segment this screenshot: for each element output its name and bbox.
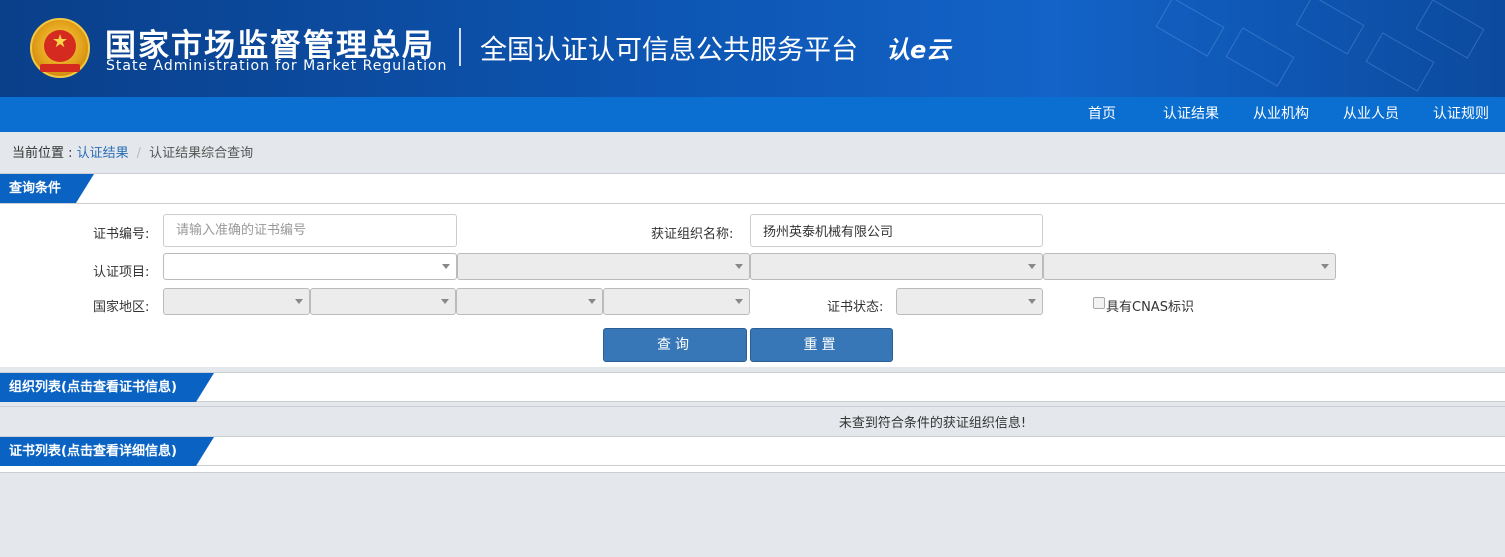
banner-decoration [1415, 0, 1485, 59]
chevron-down-icon [1321, 264, 1329, 269]
nav-item-cert-results[interactable]: 认证结果 [1163, 97, 1219, 132]
main-nav: 首页 认证结果 从业机构 从业人员 认证规则 [0, 97, 1505, 132]
chevron-down-icon [735, 299, 743, 304]
cert-list-body [0, 466, 1505, 473]
region-select-2[interactable] [310, 288, 456, 315]
chevron-down-icon [588, 299, 596, 304]
nav-item-rules[interactable]: 认证规则 [1433, 97, 1489, 132]
region-select-1[interactable] [163, 288, 310, 315]
header-divider [459, 28, 461, 66]
cert-list-title: 证书列表(点击查看详细信息) [9, 444, 177, 459]
breadcrumb-separator: / [136, 146, 142, 161]
region-select-4[interactable] [603, 288, 750, 315]
chevron-down-icon [1028, 264, 1036, 269]
region-label: 国家地区: [93, 300, 150, 315]
banner-decoration [1365, 32, 1435, 92]
cnas-checkbox[interactable] [1093, 297, 1105, 309]
chevron-down-icon [295, 299, 303, 304]
breadcrumb: 当前位置 : 认证结果 / 认证结果综合查询 [12, 142, 253, 161]
query-section: 查询条件 证书编号: 获证组织名称: 认证项目: 国家地区: 证书状态: 具有C… [0, 173, 1505, 367]
national-emblem-icon: ★ [30, 18, 90, 78]
org-list-empty-message: 未查到符合条件的获证组织信息! [838, 416, 1027, 431]
org-list-header: 组织列表(点击查看证书信息) [0, 372, 1505, 402]
cert-list-header: 证书列表(点击查看详细信息) [0, 436, 1505, 466]
status-select[interactable] [896, 288, 1043, 315]
nav-item-home[interactable]: 首页 [1088, 97, 1116, 132]
platform-logo: 认e云 [886, 36, 951, 64]
platform-title: 全国认证认可信息公共服务平台 [480, 35, 858, 66]
agency-title-en: State Administration for Market Regulati… [106, 58, 448, 74]
breadcrumb-prefix: 当前位置 : [12, 146, 77, 161]
org-list-tab: 组织列表(点击查看证书信息) [0, 373, 214, 402]
reset-button[interactable]: 重置 [750, 328, 893, 362]
chevron-down-icon [442, 264, 450, 269]
chevron-down-icon [1028, 299, 1036, 304]
banner-decoration [1295, 0, 1365, 55]
search-button[interactable]: 查询 [603, 328, 747, 362]
cert-no-input[interactable] [163, 214, 457, 247]
cert-list-tab: 证书列表(点击查看详细信息) [0, 437, 214, 466]
org-name-input[interactable] [750, 214, 1043, 247]
cnas-label: 具有CNAS标识 [1106, 300, 1194, 315]
banner-decoration [1155, 0, 1225, 57]
breadcrumb-link[interactable]: 认证结果 [77, 146, 129, 161]
banner-decoration [1225, 27, 1295, 87]
query-section-tab: 查询条件 [0, 174, 94, 203]
nav-item-institutions[interactable]: 从业机构 [1253, 97, 1309, 132]
org-list-title: 组织列表(点击查看证书信息) [9, 380, 177, 395]
header-banner: ★ 国家市场监督管理总局 State Administration for Ma… [0, 0, 1505, 97]
project-select-2[interactable] [457, 253, 750, 280]
project-select-3[interactable] [750, 253, 1043, 280]
query-section-header: 查询条件 [0, 174, 1505, 204]
query-section-title: 查询条件 [9, 181, 62, 196]
nav-item-personnel[interactable]: 从业人员 [1343, 97, 1399, 132]
chevron-down-icon [735, 264, 743, 269]
cert-no-label: 证书编号: [93, 227, 150, 242]
breadcrumb-current: 认证结果综合查询 [149, 146, 254, 161]
status-label: 证书状态: [827, 300, 884, 315]
project-select-1[interactable] [163, 253, 457, 280]
chevron-down-icon [441, 299, 449, 304]
region-select-3[interactable] [456, 288, 603, 315]
project-label: 认证项目: [93, 265, 150, 280]
org-name-label: 获证组织名称: [651, 227, 734, 242]
project-select-4[interactable] [1043, 253, 1336, 280]
